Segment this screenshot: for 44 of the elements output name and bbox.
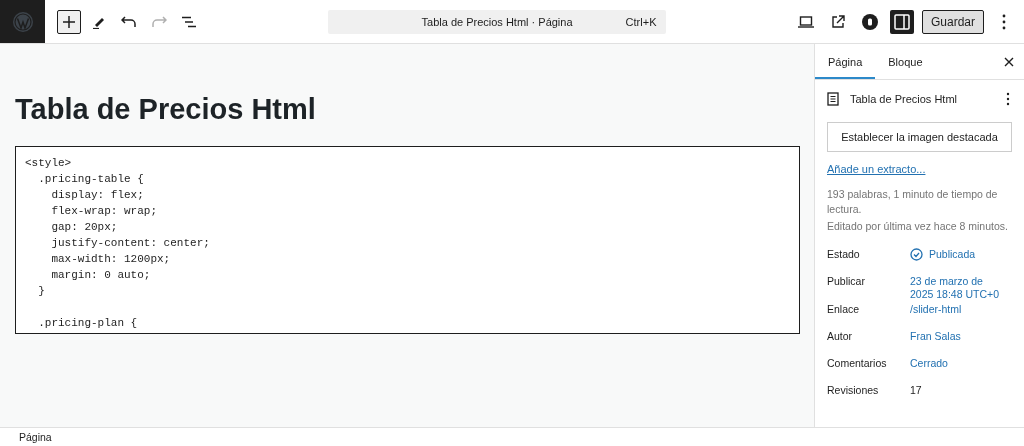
featured-image-button[interactable]: Establecer la imagen destacada [827, 122, 1012, 152]
field-label: Comentarios [827, 356, 888, 369]
external-link-icon [830, 14, 845, 29]
plus-icon [62, 14, 76, 29]
more-vertical-icon [1006, 92, 1010, 106]
last-edited-text: Editado por última vez hace 8 minutos. [827, 219, 1009, 234]
sidebar-tab[interactable]: Página [815, 44, 876, 79]
field-value-button[interactable]: Cerrado [910, 355, 1008, 370]
page-title[interactable]: Tabla de Precios Html [15, 93, 800, 126]
excerpt-link[interactable]: Añade un extracto... [827, 163, 926, 175]
settings-button[interactable] [889, 9, 914, 34]
plugin-circle-icon [861, 13, 878, 30]
page-icon [827, 92, 839, 106]
shortcut-label: Ctrl+K [625, 15, 657, 28]
page-name: Tabla de Precios Html [850, 93, 958, 105]
sidebar-panel-icon [893, 13, 910, 30]
save-button[interactable]: Guardar [921, 9, 984, 34]
field-value-button[interactable]: 23 de marzo de 2025 18:48 UTC+0 [910, 273, 1008, 301]
field-label: Enlace [827, 302, 861, 315]
redo-icon [151, 15, 167, 28]
undo-icon [121, 15, 137, 28]
field-value-button[interactable]: Fran Salas [910, 328, 1008, 343]
check-circle-icon [910, 248, 923, 261]
laptop-icon [797, 15, 814, 28]
list-icon [181, 15, 197, 28]
add-block-button[interactable] [57, 9, 81, 34]
document-title: Tabla de Precios Html · Página [420, 15, 574, 28]
field-label: Estado [827, 247, 861, 260]
page-actions-button[interactable] [1004, 90, 1012, 108]
word-count-text: 193 palabras, 1 minuto de tiempo de lectura. [827, 187, 999, 217]
breadcrumb[interactable]: Página [19, 431, 52, 443]
more-vertical-icon [1002, 13, 1006, 30]
html-code-block[interactable]: <style> .pricing-table { display: flex; flex-wrap: wrap; gap: 20px; justify-content: center; max-width: 1200px; margin: 0 auto; } .pricing-plan { [15, 146, 800, 334]
close-icon [1004, 56, 1014, 67]
status-button[interactable]: Publicada [910, 246, 1008, 261]
field-value: 17 [910, 383, 922, 397]
field-label: Revisiones [827, 383, 880, 396]
field-label: Autor [827, 329, 854, 342]
code-text: <style> .pricing-table { display: flex; flex-wrap: wrap; gap: 20px; justify-content: center; max-width: 1200px; margin: 0 auto; } .pricing-plan { [25, 156, 211, 331]
wordpress-logo-icon [11, 10, 34, 33]
command-palette-button[interactable]: Tabla de Precios Html · Página Ctrl+K [328, 9, 667, 34]
field-label: Publicar [827, 274, 866, 287]
field-value-button[interactable]: /slider-html [910, 301, 1008, 316]
sidebar-tab[interactable]: Bloque [875, 44, 936, 79]
